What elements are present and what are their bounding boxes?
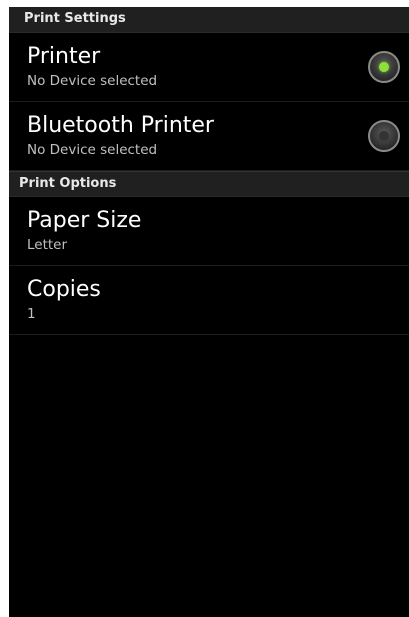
pref-summary-printer: No Device selected xyxy=(27,73,158,89)
settings-screen: Print Settings Printer No Device selecte… xyxy=(9,7,409,617)
pref-row-bluetooth-printer[interactable]: Bluetooth Printer No Device selected xyxy=(9,102,409,171)
section-header-print-settings: Print Settings xyxy=(9,7,409,33)
radio-unselected-icon[interactable] xyxy=(368,120,400,152)
radio-dot xyxy=(379,131,389,141)
pref-summary-paper-size: Letter xyxy=(27,237,68,253)
pref-row-copies[interactable]: Copies 1 xyxy=(9,266,409,335)
pref-row-printer[interactable]: Printer No Device selected xyxy=(9,33,409,102)
pref-title-printer: Printer xyxy=(27,44,101,69)
radio-selected-icon[interactable] xyxy=(368,51,400,83)
section-header-print-options: Print Options xyxy=(9,171,409,197)
radio-dot xyxy=(379,62,389,72)
pref-summary-copies: 1 xyxy=(27,306,36,322)
pref-row-paper-size[interactable]: Paper Size Letter xyxy=(9,197,409,266)
pref-title-copies: Copies xyxy=(27,277,101,302)
pref-title-paper-size: Paper Size xyxy=(27,208,142,233)
pref-title-bluetooth-printer: Bluetooth Printer xyxy=(27,113,214,138)
pref-summary-bluetooth-printer: No Device selected xyxy=(27,142,158,158)
